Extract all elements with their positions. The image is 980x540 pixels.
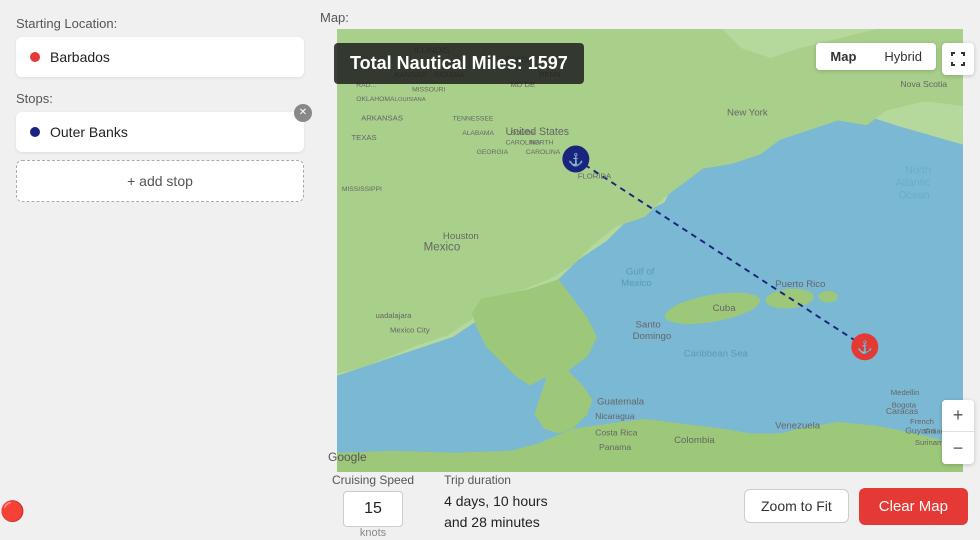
speed-input[interactable] <box>343 491 403 527</box>
svg-text:Domingo: Domingo <box>633 331 672 342</box>
svg-text:INDIANA: INDIANA <box>433 70 465 79</box>
svg-text:New York: New York <box>727 108 768 119</box>
lifesaver-icon: 🔴 <box>0 499 25 524</box>
stop-dot <box>30 127 40 137</box>
svg-text:⚓: ⚓ <box>568 152 584 167</box>
stop-item: Outer Banks ✕ <box>16 112 304 152</box>
svg-text:Cuba: Cuba <box>713 303 737 314</box>
bottom-bar: Cruising Speed knots Trip duration 4 day… <box>320 472 980 540</box>
cruising-speed-section: Cruising Speed knots <box>332 473 414 539</box>
svg-text:ARKANSAS: ARKANSAS <box>361 113 403 122</box>
trip-duration-section: Trip duration 4 days, 10 hours and 28 mi… <box>444 473 548 533</box>
starting-location-text: Barbados <box>50 49 110 65</box>
stats-section: Cruising Speed knots Trip duration 4 day… <box>332 473 548 539</box>
remove-stop-button[interactable]: ✕ <box>294 104 312 122</box>
svg-text:Mexico City: Mexico City <box>390 325 430 334</box>
svg-text:OKLAHOMA: OKLAHOMA <box>356 96 395 103</box>
map-action-buttons: Zoom to Fit Clear Map <box>744 488 968 525</box>
svg-text:Mexico: Mexico <box>424 242 461 254</box>
svg-text:TEXAS: TEXAS <box>351 133 376 142</box>
svg-text:Nicaragua: Nicaragua <box>595 411 635 421</box>
svg-text:MISSOURI: MISSOURI <box>412 87 445 94</box>
svg-text:Colombia: Colombia <box>674 435 715 446</box>
stops-label: Stops: <box>16 91 304 106</box>
trip-duration-label: Trip duration <box>444 473 548 487</box>
svg-text:Atlantic: Atlantic <box>896 177 931 189</box>
starting-location-label: Starting Location: <box>16 16 304 31</box>
svg-text:uadalajara: uadalajara <box>376 311 413 320</box>
svg-text:GEORGIA: GEORGIA <box>477 149 509 156</box>
svg-text:Venezuela: Venezuela <box>775 421 821 432</box>
svg-text:PENN: PENN <box>539 70 560 79</box>
svg-text:Nova Scotia: Nova Scotia <box>900 79 947 89</box>
trip-duration-value: 4 days, 10 hours and 28 minutes <box>444 491 548 533</box>
svg-text:Puerto Rico: Puerto Rico <box>775 279 825 290</box>
left-panel: Starting Location: Barbados Stops: Outer… <box>0 0 320 540</box>
svg-text:MD DE: MD DE <box>510 80 535 89</box>
svg-text:FLORIDA: FLORIDA <box>578 171 612 180</box>
starting-location-box: Barbados <box>16 37 304 77</box>
svg-text:⚓: ⚓ <box>857 340 873 355</box>
map-svg: ⚓ ⚓ United States Mexico Gulf of Mexico … <box>320 29 980 472</box>
svg-text:ALABAMA: ALABAMA <box>462 130 494 137</box>
svg-text:Mexico: Mexico <box>621 278 652 289</box>
svg-text:TENNESSEE: TENNESSEE <box>453 115 494 122</box>
svg-text:Caribbean Sea: Caribbean Sea <box>684 348 749 359</box>
zoom-to-fit-button[interactable]: Zoom to Fit <box>744 489 849 523</box>
svg-text:SOUTH: SOUTH <box>510 130 534 137</box>
stop-text: Outer Banks <box>50 124 128 140</box>
svg-text:RAD...: RAD... <box>356 82 376 89</box>
svg-text:Medellin: Medellin <box>891 388 920 397</box>
svg-text:Gulf of: Gulf of <box>626 267 655 278</box>
add-stop-button[interactable]: + add stop <box>16 160 304 202</box>
knots-label: knots <box>360 527 386 539</box>
svg-text:Bogota: Bogota <box>892 400 917 409</box>
svg-text:ILLINOIS: ILLINOIS <box>414 45 450 55</box>
svg-text:Santo: Santo <box>636 320 661 331</box>
right-panel: Map: <box>320 0 980 540</box>
svg-text:Costa Rica: Costa Rica <box>595 427 638 437</box>
svg-text:Ocean: Ocean <box>898 189 929 201</box>
svg-text:LOUISIANA: LOUISIANA <box>395 97 426 103</box>
clear-map-button[interactable]: Clear Map <box>859 488 968 525</box>
svg-text:Suriname: Suriname <box>915 438 948 447</box>
svg-text:MISSISSIPPI: MISSISSIPPI <box>342 186 382 193</box>
svg-text:Guatemala: Guatemala <box>597 397 645 408</box>
svg-text:French: French <box>910 417 934 426</box>
svg-text:Panama: Panama <box>599 442 631 452</box>
svg-text:CAROLINA: CAROLINA <box>506 140 541 147</box>
svg-text:North: North <box>905 164 931 176</box>
svg-text:KANSAS: KANSAS <box>395 70 426 79</box>
map-label: Map: <box>320 0 980 29</box>
starting-location-dot <box>30 52 40 62</box>
svg-text:Guiana: Guiana <box>924 426 950 435</box>
svg-text:Houston: Houston <box>443 231 479 242</box>
svg-text:CAROLINA: CAROLINA <box>526 149 561 156</box>
map-container[interactable]: ⚓ ⚓ United States Mexico Gulf of Mexico … <box>320 29 980 472</box>
cruising-speed-label: Cruising Speed <box>332 473 414 487</box>
svg-text:OHIO: OHIO <box>506 55 528 65</box>
